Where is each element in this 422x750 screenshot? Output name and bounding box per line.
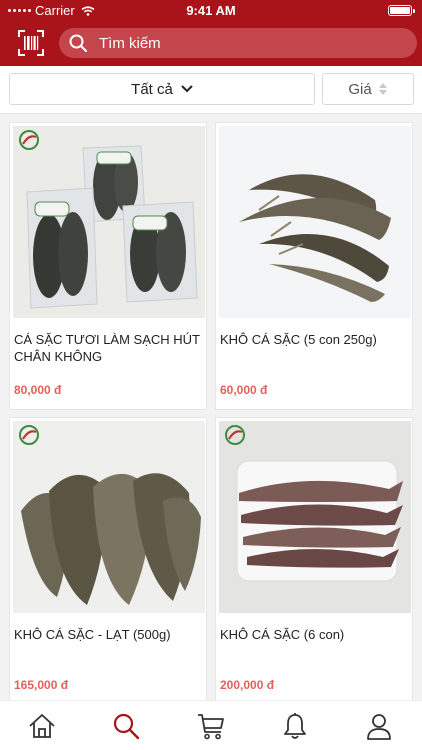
category-filter-dropdown[interactable]: Tất cả [9,73,315,105]
home-icon [29,714,55,738]
product-price: 60,000 đ [220,383,268,397]
product-card[interactable]: KHÔ CÁ SẶC (5 con 250g) 60,000 đ [215,122,413,410]
tab-search[interactable] [110,711,142,741]
product-image [219,421,411,613]
barcode-scan-icon[interactable] [18,30,44,56]
search-placeholder: Tìm kiếm [99,34,161,52]
search-icon [113,713,140,740]
status-bar: Carrier 9:41 AM [0,0,422,22]
product-card[interactable]: CÁ SẶC TƯƠI LÀM SẠCH HÚT CHÂN KHÔNG 80,0… [9,122,207,410]
product-image [219,126,411,318]
price-sort-label: Giá [348,80,372,98]
cart-icon [198,714,224,740]
product-card[interactable]: KHÔ CÁ SẶC - LẠT (500g) 165,000 đ [9,417,207,700]
chevron-down-icon [181,85,193,93]
category-filter-label: Tất cả [131,80,173,98]
price-sort-button[interactable]: Giá [322,73,414,105]
product-name: KHÔ CÁ SẶC (6 con) [220,627,345,642]
product-card[interactable]: KHÔ CÁ SẶC (6 con) 200,000 đ [215,417,413,700]
product-price: 165,000 đ [14,678,69,692]
product-name: KHÔ CÁ SẶC (5 con 250g) [220,332,377,347]
search-icon [69,34,87,52]
status-time: 9:41 AM [186,3,236,18]
bottom-tab-bar [0,700,422,750]
battery-icon [388,5,415,16]
product-image [13,421,205,613]
product-name: KHÔ CÁ SẶC - LẠT (500g) [14,627,171,642]
product-price: 200,000 đ [220,678,275,692]
tab-cart[interactable] [195,711,227,741]
product-name: CÁ SẶC TƯƠI LÀM SẠCH HÚT CHÂN KHÔNG [14,332,200,364]
product-grid: CÁ SẶC TƯƠI LÀM SẠCH HÚT CHÂN KHÔNG 80,0… [0,114,422,700]
tab-notifications[interactable] [279,711,311,741]
tab-account[interactable] [363,711,395,741]
bell-icon [284,713,306,739]
product-price: 80,000 đ [14,383,62,397]
search-input[interactable]: Tìm kiếm [59,28,417,58]
user-icon [367,714,391,740]
filter-bar: Tất cả Giá [0,66,422,114]
sort-icon [378,83,387,95]
product-image [13,126,205,318]
app-header: Carrier 9:41 AM Tìm kiếm [0,0,422,66]
tab-home[interactable] [26,711,58,741]
